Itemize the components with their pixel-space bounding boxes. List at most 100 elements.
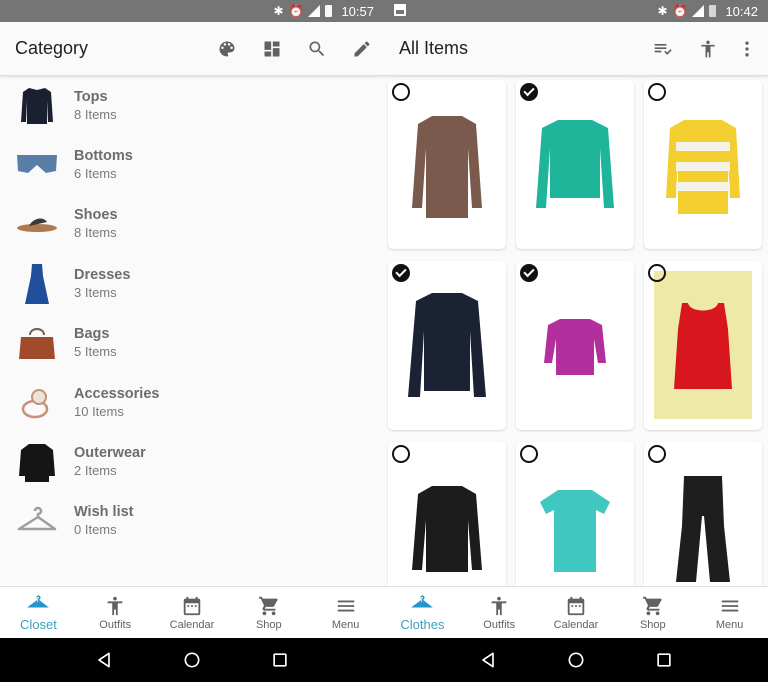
nav-closet[interactable]: Closet [0, 587, 77, 638]
category-name: Bags [74, 326, 110, 343]
nav-label: Menu [715, 618, 744, 631]
select-checkbox[interactable] [520, 445, 538, 463]
category-item-bags[interactable]: Bags 5 Items [0, 314, 384, 373]
item-card[interactable] [388, 80, 506, 249]
category-name: Dresses [74, 266, 131, 283]
item-card[interactable] [388, 261, 506, 430]
select-items-button[interactable] [640, 27, 685, 71]
battery-icon [709, 5, 717, 17]
nav-label: Outfits [483, 618, 516, 631]
category-count: 5 Items [74, 344, 117, 360]
item-image [388, 442, 506, 586]
garment-shape [412, 115, 482, 218]
bags-thumbnail [0, 318, 74, 368]
category-item-accessories[interactable]: Accessories 10 Items [0, 373, 384, 432]
app-bar: All Items [384, 22, 768, 76]
back-icon[interactable] [478, 650, 498, 670]
select-checkbox[interactable] [392, 264, 410, 282]
garment-shape [674, 302, 732, 389]
status-bar: ✱ ⏰ 10:42 [384, 0, 768, 22]
select-checkbox[interactable] [648, 264, 666, 282]
nav-calendar[interactable]: Calendar [538, 587, 615, 638]
calendar-icon [567, 596, 585, 615]
nav-shop[interactable]: Shop [614, 587, 691, 638]
edit-button[interactable] [339, 27, 384, 71]
alarm-icon: ⏰ [288, 4, 304, 18]
item-card[interactable] [644, 261, 762, 430]
tops-thumbnail [0, 81, 74, 131]
layout-button[interactable] [249, 27, 294, 71]
category-item-outerwear[interactable]: Outerwear 2 Items [0, 432, 384, 491]
bottom-nav: Closet Outfits Calendar Shop Menu [0, 586, 384, 638]
nav-label: Calendar [553, 618, 599, 631]
item-image [516, 261, 634, 430]
hanger-icon [27, 595, 50, 608]
category-item-bottoms[interactable]: Bottoms 6 Items [0, 135, 384, 194]
search-button[interactable] [294, 27, 339, 71]
select-checkbox[interactable] [520, 264, 538, 282]
select-checkbox[interactable] [520, 83, 538, 101]
nav-shop[interactable]: Shop [230, 587, 307, 638]
item-card[interactable] [516, 261, 634, 430]
status-time: 10:42 [725, 3, 758, 19]
outfit-button[interactable] [685, 27, 730, 71]
page-title: Category [15, 38, 89, 58]
category-name: Outerwear [74, 445, 146, 462]
category-item-tops[interactable]: Tops 8 Items [0, 76, 384, 135]
item-card[interactable] [516, 80, 634, 249]
item-image [516, 80, 634, 249]
nav-label: Closet [19, 617, 57, 632]
bottom-nav: Clothes Outfits Calendar Shop Menu [384, 586, 768, 638]
select-checkbox[interactable] [392, 445, 410, 463]
more-options-button[interactable] [730, 27, 764, 71]
nav-calendar[interactable]: Calendar [154, 587, 231, 638]
category-count: 6 Items [74, 166, 117, 182]
nav-menu[interactable]: Menu [691, 587, 768, 638]
recents-icon[interactable] [270, 650, 290, 670]
search-icon [308, 41, 324, 56]
items-grid [384, 76, 768, 586]
select-list-icon [654, 43, 672, 55]
nav-outfits[interactable]: Outfits [461, 587, 538, 638]
category-count: 10 Items [74, 403, 124, 419]
recents-icon[interactable] [654, 650, 674, 670]
all-items-screen: ✱ ⏰ 10:42 All Items Clothes Outfits Cale… [384, 0, 768, 682]
category-item-wish-list[interactable]: Wish list 0 Items [0, 492, 384, 551]
category-name: Tops [74, 88, 108, 105]
nav-outfits[interactable]: Outfits [77, 587, 154, 638]
item-card[interactable] [516, 442, 634, 586]
dresses-thumbnail [0, 259, 74, 309]
palette-button[interactable] [204, 27, 249, 71]
select-checkbox[interactable] [648, 445, 666, 463]
shoes-thumbnail [0, 199, 74, 249]
nav-label: Shop [639, 618, 666, 631]
more-vert-icon [745, 41, 749, 56]
item-card[interactable] [644, 80, 762, 249]
category-count: 8 Items [74, 106, 117, 122]
hanger-icon [411, 595, 434, 608]
category-item-dresses[interactable]: Dresses 3 Items [0, 254, 384, 313]
menu-icon [721, 600, 738, 611]
image-icon [394, 4, 406, 16]
app-bar: Category [0, 22, 384, 76]
category-item-shoes[interactable]: Shoes 8 Items [0, 195, 384, 254]
back-icon[interactable] [94, 650, 114, 670]
item-image [644, 80, 762, 249]
home-icon[interactable] [566, 650, 586, 670]
bluetooth-icon: ✱ [657, 4, 668, 18]
person-icon [700, 40, 715, 57]
nav-clothes[interactable]: Clothes [384, 587, 461, 638]
garment-shape [408, 292, 486, 397]
hanger-icon [0, 496, 74, 546]
nav-label: Menu [331, 618, 360, 631]
item-image [644, 442, 762, 586]
accessories-thumbnail [0, 378, 74, 428]
home-icon[interactable] [182, 650, 202, 670]
item-card[interactable] [644, 442, 762, 586]
category-list: Tops 8 Items Bottoms 6 Items Shoes 8 Ite… [0, 76, 384, 586]
garment-shape [676, 475, 730, 582]
select-checkbox[interactable] [392, 83, 410, 101]
nav-menu[interactable]: Menu [307, 587, 384, 638]
select-checkbox[interactable] [648, 83, 666, 101]
item-card[interactable] [388, 442, 506, 586]
